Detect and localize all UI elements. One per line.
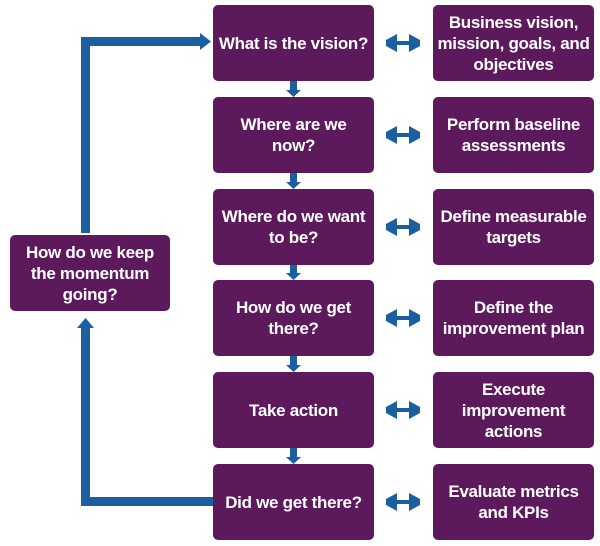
double-arrow-icon <box>386 401 420 419</box>
double-arrow-icon <box>386 218 420 236</box>
action-text: Business vision, mission, goals, and obj… <box>437 12 590 74</box>
step-question-2: Where are we now? <box>213 97 374 173</box>
step-action-4: Define the improvement plan <box>433 280 594 356</box>
double-arrow-icon <box>386 493 420 511</box>
question-text: What is the vision? <box>218 33 369 53</box>
action-text: Execute improvement actions <box>461 379 566 441</box>
question-text: Where do we want to be? <box>221 207 366 247</box>
double-arrow-icon <box>386 34 420 52</box>
double-arrow-icon <box>386 126 420 144</box>
step-question-4: How do we get there? <box>213 280 374 356</box>
down-arrow-icon <box>286 356 301 372</box>
question-text: Take action <box>249 400 338 420</box>
arrow-to-loop-icon <box>77 318 94 328</box>
question-text: How do we get there? <box>235 298 352 338</box>
step-question-1: What is the vision? <box>213 5 374 81</box>
action-text: Evaluate metrics and KPIs <box>448 482 579 522</box>
down-arrow-icon <box>286 81 301 97</box>
arrow-to-vision-icon <box>200 33 211 50</box>
down-arrow-icon <box>286 448 301 464</box>
step-action-3: Define measurable targets <box>433 189 594 265</box>
loop-line-vertical-top <box>81 37 90 233</box>
action-text: Define measurable targets <box>440 207 587 247</box>
step-question-3: Where do we want to be? <box>213 189 374 265</box>
diagram: How do we keep the momentum going? What … <box>0 0 600 546</box>
question-text: Did we get there? <box>225 492 362 512</box>
down-arrow-icon <box>286 265 301 280</box>
loop-line-top <box>81 37 201 46</box>
double-arrow-icon <box>386 309 420 327</box>
loop-box: How do we keep the momentum going? <box>10 235 170 311</box>
step-question-5: Take action <box>213 372 374 448</box>
step-action-1: Business vision, mission, goals, and obj… <box>433 5 594 81</box>
step-action-5: Execute improvement actions <box>433 372 594 448</box>
loop-line-bottom <box>81 497 214 506</box>
question-text: Where are we now? <box>240 115 347 155</box>
step-question-6: Did we get there? <box>213 464 374 540</box>
step-action-6: Evaluate metrics and KPIs <box>433 464 594 540</box>
loop-label: How do we keep the momentum going? <box>25 242 155 304</box>
action-text: Define the improvement plan <box>442 298 585 338</box>
step-action-2: Perform baseline assessments <box>433 97 594 173</box>
down-arrow-icon <box>286 173 301 189</box>
loop-line-vertical-bottom <box>81 326 90 506</box>
action-text: Perform baseline assessments <box>446 115 581 155</box>
